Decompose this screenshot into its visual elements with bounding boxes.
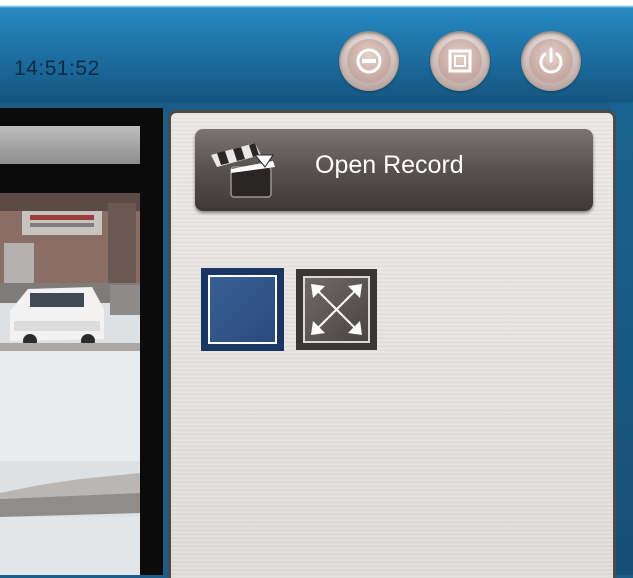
- maximize-button[interactable]: [430, 31, 490, 91]
- video-header-bar: [0, 126, 140, 164]
- minimize-button[interactable]: [339, 31, 399, 91]
- power-button[interactable]: [521, 31, 581, 91]
- fullscreen-button[interactable]: [296, 269, 377, 350]
- minimize-icon: [356, 48, 382, 74]
- top-bar-edge: [0, 0, 633, 8]
- camera-feed-image: [0, 193, 140, 575]
- maximize-icon: [448, 49, 472, 73]
- camera-video-view[interactable]: [0, 193, 140, 575]
- clock-time: 14:51:52: [14, 57, 100, 80]
- clapperboard-icon: [211, 143, 275, 198]
- fullscreen-arrows-icon: [311, 284, 362, 335]
- open-record-button[interactable]: Open Record: [195, 129, 593, 211]
- open-record-label: Open Record: [315, 151, 464, 179]
- single-view-icon: [208, 275, 277, 344]
- power-icon: [539, 47, 563, 74]
- top-bar: 14:51:52: [0, 0, 633, 102]
- single-view-button[interactable]: [201, 268, 284, 351]
